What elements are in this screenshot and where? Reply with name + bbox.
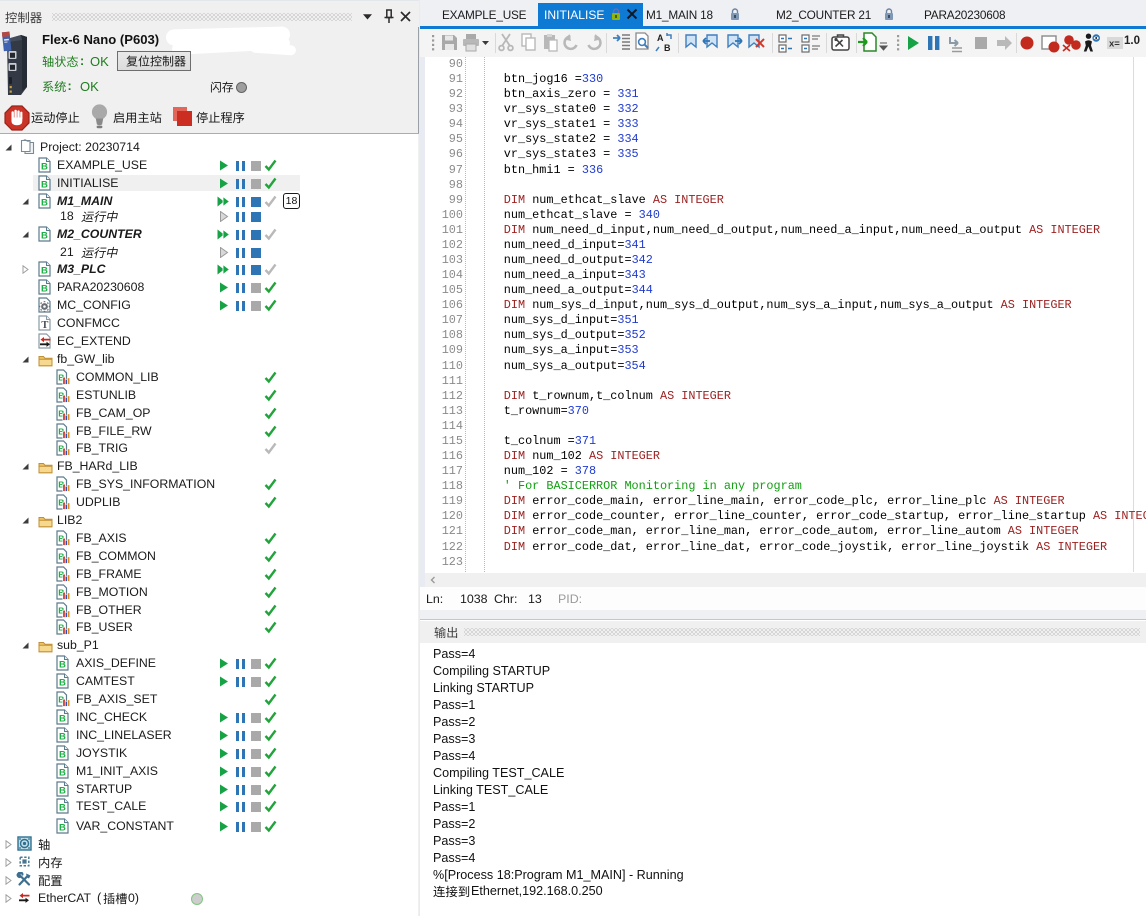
svg-text:B: B <box>59 767 66 778</box>
svg-text:B: B <box>59 823 66 834</box>
svg-text:B: B <box>41 230 48 241</box>
svg-text:T: T <box>41 320 48 331</box>
svg-text:B: B <box>41 161 48 172</box>
svg-text:B: B <box>59 803 66 814</box>
svg-text:B: B <box>41 284 48 295</box>
svg-text:B: B <box>664 43 671 53</box>
svg-text:A: A <box>657 33 664 43</box>
svg-text:B: B <box>59 749 66 760</box>
svg-text:B: B <box>59 678 66 689</box>
svg-text:B: B <box>41 266 48 277</box>
svg-text:B: B <box>41 179 48 190</box>
svg-text:B: B <box>59 660 66 671</box>
svg-text:x=: x= <box>1109 39 1120 50</box>
svg-text:B: B <box>59 731 66 742</box>
svg-text:B: B <box>59 713 66 724</box>
svg-text:B: B <box>59 785 66 796</box>
